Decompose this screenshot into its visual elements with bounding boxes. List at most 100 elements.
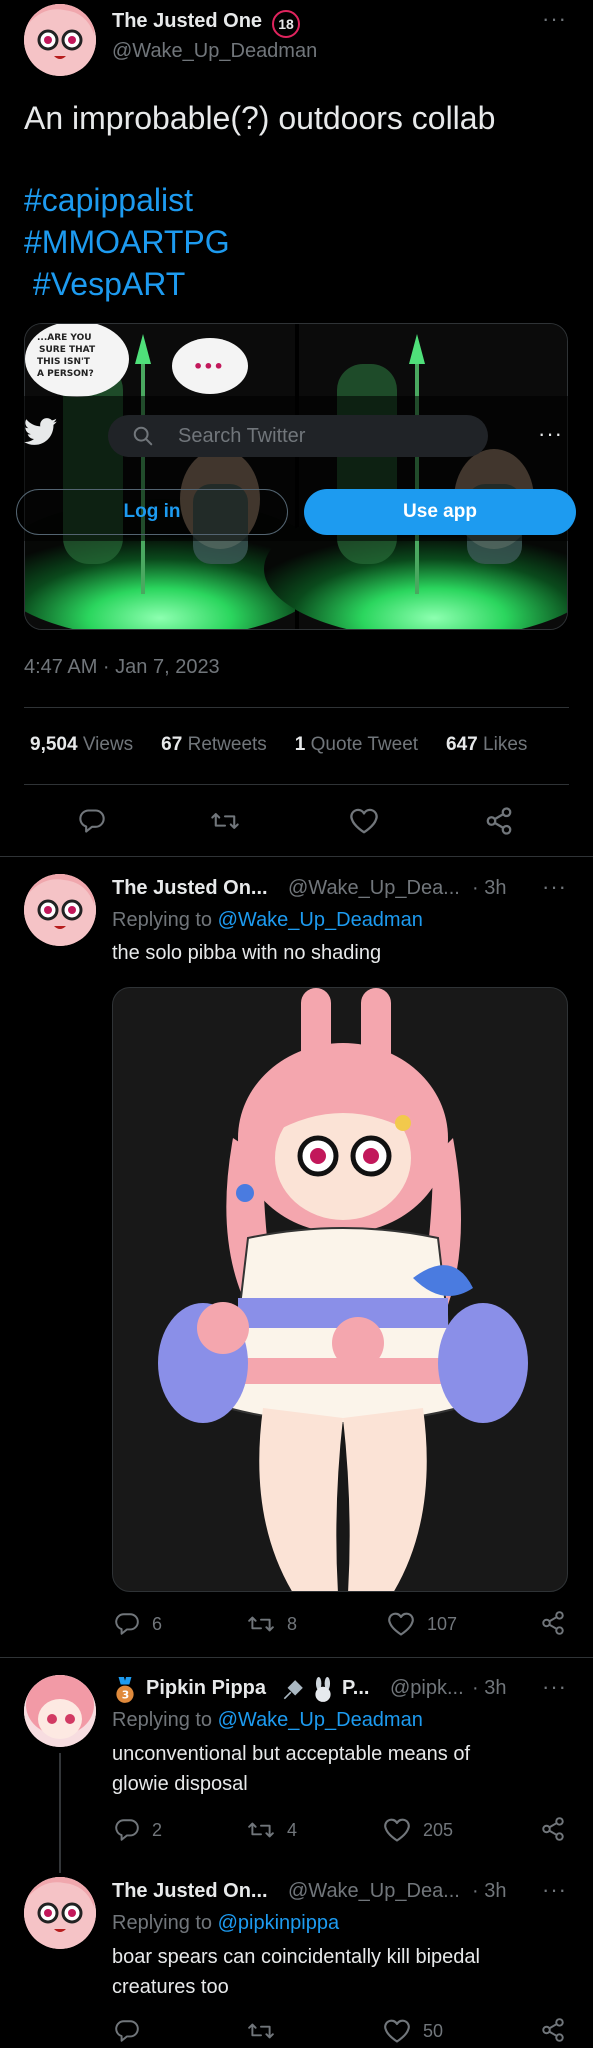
retweets-stat[interactable]: 67 Retweets	[161, 734, 267, 756]
author-handle[interactable]: @Wake_Up_Deadman	[112, 40, 317, 63]
hashtag-capippalist[interactable]: #capippalist	[24, 182, 193, 219]
hashtag-vespart[interactable]: #VespART	[24, 266, 185, 303]
reply-icon	[115, 1819, 139, 1841]
share-icon[interactable]	[540, 1816, 566, 1842]
login-button[interactable]: Log in	[16, 489, 288, 535]
reply-text: unconventional but acceptable means of g…	[112, 1743, 471, 1795]
views-label: Views	[82, 734, 134, 755]
svg-text:THIS ISN'T: THIS ISN'T	[37, 357, 91, 367]
like-icon	[388, 1612, 414, 1636]
retweets-label: Retweets	[187, 734, 267, 755]
reply-author-name[interactable]: Pipkin Pippa	[146, 1677, 266, 1700]
like-count-action[interactable]: 107	[387, 1611, 457, 1637]
retweet-count-action[interactable]: 8	[247, 1611, 297, 1637]
replying-to: Replying to @pipkinpippa	[112, 1912, 339, 1935]
replying-to-link[interactable]: @Wake_Up_Deadman	[218, 1709, 423, 1731]
views-count: 9,504	[30, 734, 78, 755]
retweet-icon	[248, 2023, 274, 2039]
reply-count-action[interactable]	[114, 2018, 152, 2044]
like-count: 107	[427, 1613, 458, 1634]
reply-text: boar spears can coincidentally kill bipe…	[112, 1946, 480, 1998]
replying-to: Replying to @Wake_Up_Deadman	[112, 909, 423, 932]
retweet-icon	[248, 1616, 274, 1632]
svg-text:•••: •••	[193, 357, 224, 376]
retweet-icon[interactable]	[210, 807, 240, 835]
reply-count-action[interactable]: 2	[114, 1817, 162, 1843]
like-count-action[interactable]: 50	[383, 2018, 443, 2044]
tweet-timestamp[interactable]: 4:47 AM · Jan 7, 2023	[24, 656, 220, 679]
use-app-button[interactable]: Use app	[304, 489, 576, 535]
like-count: 205	[423, 1819, 454, 1840]
reply-time[interactable]: · 3h	[472, 1880, 506, 1903]
rabbit-icon	[310, 1677, 336, 1703]
search-icon	[132, 425, 154, 447]
medal-icon: 3	[112, 1677, 138, 1705]
svg-text:3: 3	[122, 1689, 129, 1702]
reply-author-name[interactable]: The Justed On...	[112, 1880, 268, 1903]
author-name[interactable]: The Justed One	[112, 10, 262, 33]
svg-text:SURE THAT: SURE THAT	[39, 345, 96, 355]
tweet-text: An improbable(?) outdoors collab	[24, 100, 496, 136]
reply-icon	[115, 2020, 139, 2042]
reply-count: 2	[152, 1819, 163, 1840]
reply-icon[interactable]	[78, 807, 106, 835]
replying-prefix: Replying to	[112, 909, 218, 931]
search-placeholder: Search Twitter	[178, 424, 306, 447]
use-app-button-label: Use app	[403, 501, 477, 522]
quotes-stat[interactable]: 1 Quote Tweet	[295, 734, 418, 756]
reply-author-name[interactable]: The Justed On...	[112, 877, 268, 900]
svg-text:...ARE YOU: ...ARE YOU	[37, 333, 92, 343]
retweet-icon	[248, 1822, 274, 1838]
retweet-count: 8	[287, 1613, 298, 1634]
reply-avatar[interactable]	[24, 1675, 96, 1747]
quotes-count: 1	[294, 734, 306, 755]
reply-time[interactable]: · 3h	[472, 1677, 506, 1700]
replying-prefix: Replying to	[112, 1709, 218, 1731]
hashtag-mmoartpg[interactable]: #MMOARTPG	[24, 224, 230, 261]
replying-to: Replying to @Wake_Up_Deadman	[112, 1709, 423, 1732]
divider	[0, 1657, 593, 1658]
age-restriction-badge: 18	[272, 10, 300, 38]
svg-text:A PERSON?: A PERSON?	[37, 369, 94, 379]
reply-avatar[interactable]	[24, 1877, 96, 1949]
like-count-action[interactable]: 205	[383, 1817, 453, 1843]
reply-more-icon[interactable]: ···	[542, 874, 567, 900]
reply-text: the solo pibba with no shading	[112, 942, 382, 964]
character-artwork	[158, 988, 528, 1591]
retweet-count: 4	[287, 1819, 298, 1840]
reply-author-handle[interactable]: @Wake_Up_Dea...	[288, 1880, 460, 1903]
like-icon	[384, 1818, 410, 1842]
login-button-label: Log in	[123, 501, 181, 522]
divider	[24, 784, 569, 785]
overlay-more-icon[interactable]: ···	[538, 421, 563, 447]
plug-icon	[280, 1677, 306, 1703]
reply-count-action[interactable]: 6	[114, 1611, 162, 1637]
reply-author-handle[interactable]: @pipk...	[390, 1677, 464, 1700]
reply-author-handle[interactable]: @Wake_Up_Dea...	[288, 877, 460, 900]
reply-time[interactable]: · 3h	[472, 877, 506, 900]
author-avatar[interactable]	[24, 4, 96, 76]
like-icon[interactable]	[349, 807, 379, 835]
likes-stat[interactable]: 647 Likes	[446, 734, 527, 756]
share-icon[interactable]	[484, 806, 514, 836]
reply-count: 6	[152, 1613, 163, 1634]
replying-to-link[interactable]: @Wake_Up_Deadman	[218, 909, 423, 931]
reply-more-icon[interactable]: ···	[542, 1877, 567, 1903]
replying-to-link[interactable]: @pipkinpippa	[218, 1912, 340, 1934]
more-options-icon[interactable]: ···	[542, 6, 567, 32]
search-box[interactable]: Search Twitter	[108, 415, 488, 457]
retweets-count: 67	[161, 734, 183, 755]
quotes-label: Quote Tweet	[310, 734, 419, 755]
like-count: 50	[423, 2020, 444, 2041]
reply-author-suffix[interactable]: P...	[342, 1677, 369, 1700]
share-icon[interactable]	[540, 2017, 566, 2043]
retweet-count-action[interactable]	[247, 2018, 287, 2044]
retweet-count-action[interactable]: 4	[247, 1817, 297, 1843]
reply-media-image[interactable]	[112, 987, 568, 1592]
reply-avatar[interactable]	[24, 874, 96, 946]
twitter-bird-icon[interactable]	[24, 418, 58, 446]
views-stat[interactable]: 9,504 Views	[30, 734, 133, 756]
share-icon[interactable]	[540, 1610, 566, 1636]
thread-line	[59, 1753, 61, 1873]
reply-more-icon[interactable]: ···	[542, 1674, 567, 1700]
